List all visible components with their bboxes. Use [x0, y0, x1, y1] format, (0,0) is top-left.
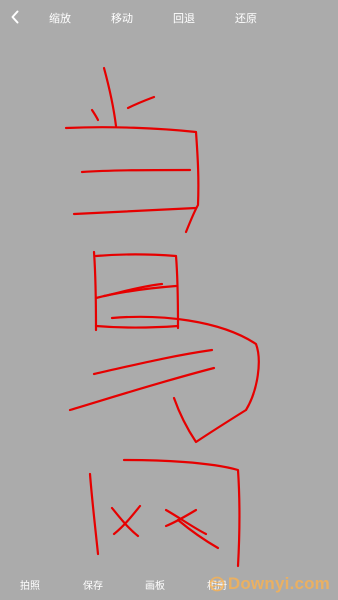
restore-button[interactable]: 还原: [235, 10, 257, 26]
stroke-19: [164, 508, 208, 536]
stroke-14: [68, 366, 216, 412]
photo-button[interactable]: 拍照: [20, 577, 40, 592]
stroke-21: [176, 518, 220, 550]
stroke-2: [90, 108, 100, 122]
stroke-13: [92, 348, 214, 376]
stroke-18: [112, 504, 142, 536]
zoom-button[interactable]: 缩放: [49, 10, 71, 26]
drawing-canvas[interactable]: [0, 0, 338, 600]
back-button[interactable]: [6, 6, 24, 28]
undo-button[interactable]: 回退: [173, 10, 195, 26]
top-toolbar: 缩放 移动 回退 还原: [0, 0, 338, 36]
stroke-7: [92, 250, 98, 332]
move-button[interactable]: 移动: [111, 10, 133, 26]
stroke-5: [80, 168, 192, 174]
watermark-text: Downyi.com: [227, 574, 330, 593]
chevron-left-icon: [11, 10, 19, 24]
stroke-4: [64, 126, 200, 234]
stroke-12: [110, 315, 260, 444]
stroke-1: [102, 66, 118, 128]
board-button[interactable]: 画板: [145, 577, 165, 592]
stroke-15: [88, 472, 100, 556]
stroke-6: [72, 206, 198, 216]
stroke-3: [126, 95, 156, 110]
stroke-11: [94, 324, 180, 329]
globe-logo-icon: [209, 576, 225, 592]
watermark: Downyi.com: [209, 574, 330, 594]
save-button[interactable]: 保存: [83, 577, 103, 592]
stroke-10: [102, 282, 164, 298]
stroke-16: [122, 458, 241, 568]
